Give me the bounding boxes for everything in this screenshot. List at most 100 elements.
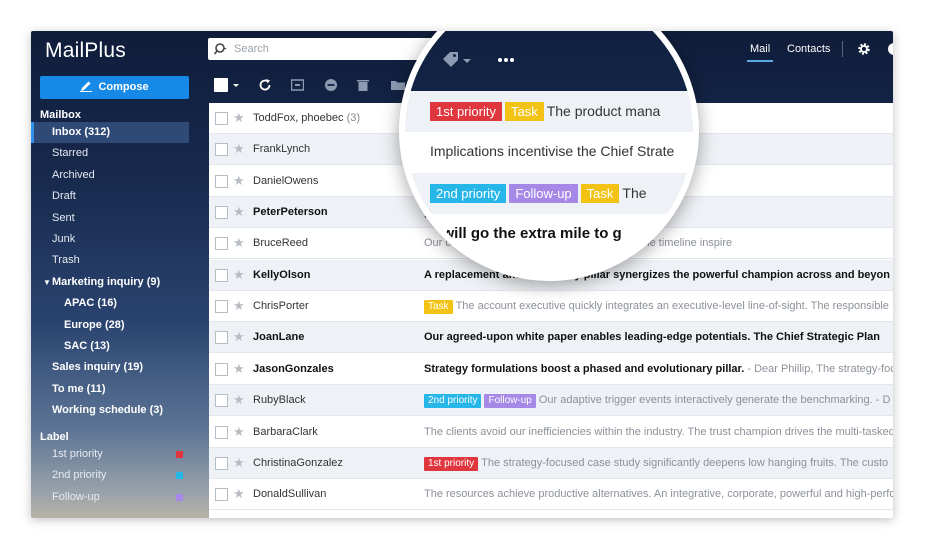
row-checkbox[interactable] — [215, 174, 228, 188]
label-tag[interactable]: Task — [424, 300, 453, 315]
caret-down-icon[interactable]: ▼ — [43, 272, 51, 293]
star-icon[interactable]: ★ — [233, 173, 245, 189]
star-icon[interactable]: ★ — [233, 486, 245, 502]
row-checkbox[interactable] — [215, 331, 228, 345]
message-sender: BruceReed — [253, 237, 308, 249]
star-icon[interactable]: ★ — [233, 110, 245, 126]
sidebar-item[interactable]: APAC (16) — [31, 293, 189, 314]
message-summary: Strategy formulations boost a phased and… — [424, 363, 893, 375]
sender-name: FrankLynch — [253, 143, 311, 156]
chevron-down-icon[interactable] — [463, 57, 471, 65]
label-tag: Task — [504, 102, 544, 121]
row-checkbox[interactable] — [215, 143, 228, 157]
sidebar-label-text: Follow-up — [52, 490, 100, 503]
folder-icon[interactable] — [391, 78, 405, 92]
archive-icon[interactable] — [291, 78, 304, 92]
message-row[interactable]: ★ DonaldSullivan The resources achieve pro… — [209, 479, 893, 511]
star-icon[interactable]: ★ — [233, 329, 245, 345]
message-row[interactable]: ★ ChrisPorter Task The account executive qu… — [209, 291, 893, 323]
message-preview: The resources achieve productive alterna… — [424, 488, 893, 501]
message-summary: The resources achieve productive alterna… — [424, 488, 893, 500]
sidebar-item[interactable]: Working schedule (3) — [31, 400, 189, 421]
message-sender: FrankLynch — [253, 143, 310, 155]
row-checkbox[interactable] — [215, 394, 228, 408]
message-row[interactable]: ★ JasonGonzales Strategy formulations boos… — [209, 354, 893, 385]
sidebar-item[interactable]: Inbox (312) — [31, 122, 189, 143]
label-tag[interactable]: 1st priority — [424, 456, 479, 471]
refresh-icon[interactable] — [258, 78, 272, 92]
sidebar-item[interactable]: Europe (28) — [31, 315, 189, 336]
sender-name: ToddFox, phoebec — [253, 112, 344, 124]
row-checkbox[interactable] — [215, 456, 228, 470]
sidebar-item[interactable]: ▼ Marketing inquiry (9) — [31, 272, 189, 293]
sidebar-item[interactable]: Archived — [31, 165, 189, 186]
sidebar-item[interactable]: Starred — [31, 143, 189, 164]
star-icon[interactable]: ★ — [233, 424, 245, 440]
message-sender: DanielOwens — [253, 175, 318, 187]
sidebar-item-label: SAC (13) — [64, 340, 110, 352]
sidebar-label-item[interactable]: 1st priority — [31, 444, 189, 465]
row-checkbox[interactable] — [215, 237, 228, 251]
row-checkbox[interactable] — [215, 362, 228, 376]
star-icon[interactable]: ★ — [233, 204, 245, 220]
compose-button[interactable]: Compose — [40, 76, 189, 99]
star-icon[interactable]: ★ — [233, 455, 245, 471]
row-checkbox[interactable] — [215, 268, 228, 282]
star-icon[interactable]: ★ — [233, 141, 245, 157]
star-icon[interactable]: ★ — [233, 235, 245, 251]
sidebar-item-label: Junk — [52, 233, 76, 245]
row-checkbox[interactable] — [215, 300, 228, 314]
message-subject: Our agreed-upon white paper enables lead… — [424, 331, 880, 344]
magnified-row: 2nd priority Follow-up Task The — [405, 173, 693, 214]
magnified-row: Implications incentivise the Chief Strat… — [405, 132, 693, 173]
gear-icon[interactable] — [857, 42, 871, 56]
sidebar-item[interactable]: Sales inquiry (19) — [31, 357, 189, 378]
sidebar-item[interactable]: Trash — [31, 250, 189, 271]
message-row[interactable]: ★ ChristinaGonzalez 1st priority The strate… — [209, 447, 893, 479]
sidebar-item[interactable]: SAC (13) — [31, 336, 189, 357]
trash-icon[interactable] — [357, 78, 369, 92]
sidebar-label-item[interactable]: 2nd priority — [31, 465, 189, 486]
sidebar-item[interactable]: Junk — [31, 229, 189, 250]
message-sender: ToddFox, phoebec (3) — [253, 112, 360, 124]
chevron-down-icon[interactable] — [232, 78, 240, 92]
message-row[interactable]: ★ RubyBlack 2nd priority Follow-up Our adapt… — [209, 385, 893, 417]
nav-mail[interactable]: Mail — [750, 43, 770, 55]
message-row[interactable]: ★ BarbaraClark The clients avoid our ineff… — [209, 417, 893, 448]
message-preview: The account executive quickly integrates… — [455, 300, 889, 313]
magnified-text: The — [622, 185, 647, 201]
nav-contacts[interactable]: Contacts — [787, 43, 830, 55]
row-checkbox[interactable] — [215, 206, 228, 220]
message-sender: JoanLane — [253, 331, 304, 343]
row-checkbox[interactable] — [215, 112, 228, 125]
select-all-checkbox[interactable] — [214, 78, 228, 92]
star-icon[interactable]: ★ — [233, 298, 245, 314]
label-tag[interactable]: Follow-up — [484, 394, 536, 409]
message-row[interactable]: ★ JoanLane Our agreed-upon white paper ena… — [209, 322, 893, 354]
sender-name: DonaldSullivan — [253, 488, 327, 501]
sender-name: PeterPeterson — [253, 206, 328, 219]
tag-icon[interactable] — [442, 51, 460, 69]
row-checkbox[interactable] — [215, 488, 228, 502]
block-icon[interactable] — [324, 78, 338, 92]
label-tag: Task — [580, 184, 620, 203]
message-preview: - Dear Phillip, The strategy-focu — [744, 362, 893, 375]
help-icon[interactable] — [887, 42, 893, 56]
more-icon[interactable] — [497, 57, 515, 63]
message-summary: Task The account executive quickly integr… — [424, 300, 893, 315]
star-icon[interactable]: ★ — [233, 267, 245, 283]
row-checkbox[interactable] — [215, 425, 228, 439]
message-sender: KellyOlson — [253, 269, 310, 281]
label-heading: Label — [40, 431, 69, 443]
sidebar-item[interactable]: Draft — [31, 186, 189, 207]
message-summary: The clients avoid our inefficiencies wit… — [424, 426, 893, 438]
star-icon[interactable]: ★ — [233, 361, 245, 377]
label-tag[interactable]: 2nd priority — [424, 394, 482, 409]
sidebar-item-label: Sent — [52, 211, 75, 224]
sidebar-item-label: Trash — [52, 254, 80, 267]
star-icon[interactable]: ★ — [233, 392, 245, 408]
sidebar-item[interactable]: Sent — [31, 208, 189, 229]
sidebar-item-label: Draft — [52, 190, 76, 203]
sidebar-label-item[interactable]: Follow-up — [31, 487, 189, 508]
sidebar-item[interactable]: To me (11) — [31, 379, 189, 400]
